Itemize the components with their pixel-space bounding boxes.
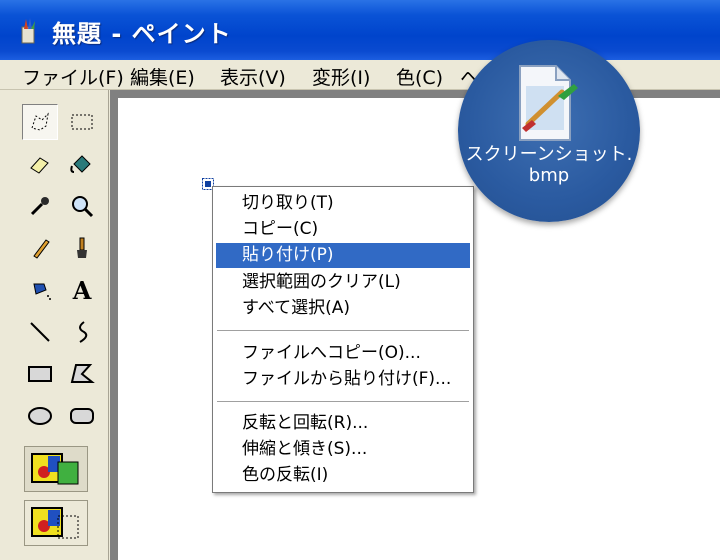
menu-colors[interactable]: 色(C) <box>396 63 443 90</box>
ellipse-tool[interactable] <box>22 398 58 434</box>
eraser-icon <box>30 157 49 174</box>
polygon-tool[interactable] <box>64 356 100 392</box>
file-name-label: スクリーンショット. bmp <box>458 144 640 186</box>
opaque-paste-option[interactable] <box>24 446 88 492</box>
color-picker-icon <box>30 197 49 216</box>
pencil-tool[interactable] <box>22 230 58 266</box>
menu-image[interactable]: 変形(I) <box>312 63 370 90</box>
line-icon <box>30 322 50 342</box>
ctx-separator <box>217 330 469 332</box>
menu-file[interactable]: ファイル(F) <box>22 63 124 90</box>
opaque-option-icon <box>31 453 79 485</box>
airbrush-icon <box>33 283 51 300</box>
menu-view[interactable]: 表示(V) <box>220 63 286 90</box>
free-select-tool[interactable] <box>22 104 58 140</box>
text-tool[interactable]: A <box>64 272 100 308</box>
curve-icon <box>79 321 88 343</box>
rect-select-icon <box>71 114 93 130</box>
curve-tool[interactable] <box>64 314 100 350</box>
text-icon: A <box>72 275 92 305</box>
ctx-paste-from-file[interactable]: ファイルから貼り付け(F)... <box>216 367 470 392</box>
magnifier-tool[interactable] <box>64 188 100 224</box>
ctx-flip-rotate[interactable]: 反転と回転(R)... <box>216 411 470 436</box>
rect-select-tool[interactable] <box>64 104 100 140</box>
polygon-icon <box>70 364 95 383</box>
brush-tool[interactable] <box>64 230 100 266</box>
line-tool[interactable] <box>22 314 58 350</box>
brush-icon <box>77 237 87 258</box>
tool-box: A <box>0 90 109 560</box>
ctx-separator <box>217 401 469 403</box>
transparent-paste-option[interactable] <box>24 500 88 546</box>
rounded-rect-icon <box>70 408 94 424</box>
rectangle-icon <box>28 366 52 382</box>
menu-edit[interactable]: 編集(E) <box>130 63 195 90</box>
ctx-paste[interactable]: 貼り付け(P) <box>216 243 470 268</box>
screenshot-file-badge[interactable]: スクリーンショット. bmp <box>458 40 640 222</box>
paint-app-icon <box>21 18 35 44</box>
ctx-invert-colors[interactable]: 色の反転(I) <box>216 463 470 488</box>
ctx-copy-to-file[interactable]: ファイルへコピー(O)... <box>216 341 470 366</box>
rounded-rect-tool[interactable] <box>64 398 100 434</box>
title-bar[interactable]: 無題 - ペイント <box>0 0 720 60</box>
ctx-stretch-skew[interactable]: 伸縮と傾き(S)... <box>216 437 470 462</box>
free-select-icon <box>31 112 49 131</box>
pencil-icon <box>33 239 50 259</box>
fill-icon <box>70 155 91 173</box>
airbrush-tool[interactable] <box>22 272 58 308</box>
ellipse-icon <box>28 407 52 425</box>
window-title: 無題 - ペイント <box>52 20 232 48</box>
ctx-copy[interactable]: コピー(C) <box>216 217 470 242</box>
file-name-line2: bmp <box>528 165 570 186</box>
ctx-cut[interactable]: 切り取り(T) <box>216 191 470 216</box>
eraser-tool[interactable] <box>22 146 58 182</box>
ctx-clear-selection[interactable]: 選択範囲のクリア(L) <box>216 270 470 295</box>
ctx-select-all[interactable]: すべて選択(A) <box>216 296 470 321</box>
color-picker-tool[interactable] <box>22 188 58 224</box>
context-menu: 切り取り(T) コピー(C) 貼り付け(P) 選択範囲のクリア(L) すべて選択… <box>212 186 474 493</box>
rectangle-tool[interactable] <box>22 356 58 392</box>
file-name-line1: スクリーンショット. <box>465 144 633 165</box>
bitmap-file-icon <box>519 65 578 141</box>
transparent-option-icon <box>31 507 79 539</box>
magnifier-icon <box>72 196 94 218</box>
fill-tool[interactable] <box>64 146 100 182</box>
